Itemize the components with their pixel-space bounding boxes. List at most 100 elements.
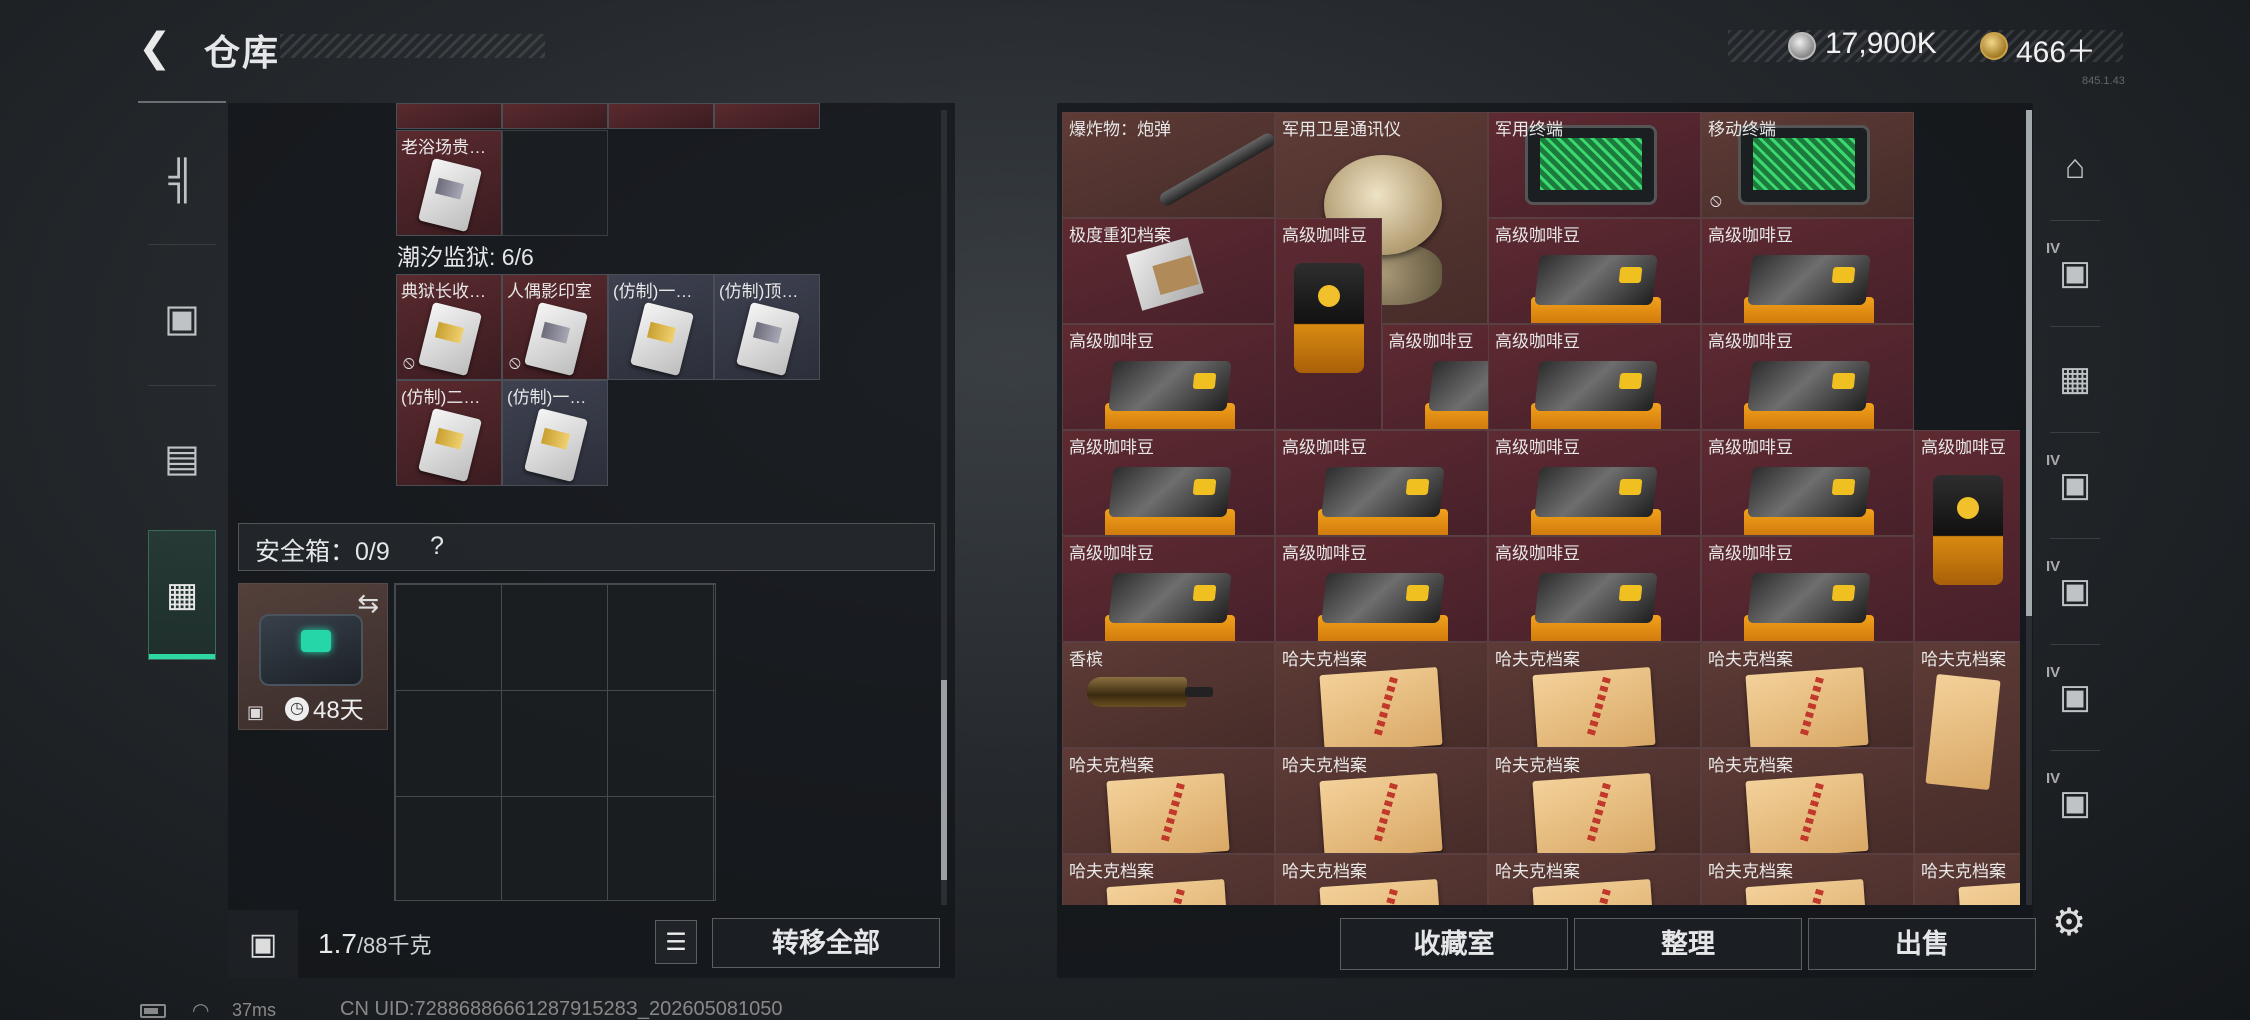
help-icon[interactable]: ? [430, 532, 444, 561]
stash-item[interactable]: 高级咖啡豆 [1488, 536, 1701, 642]
keycard-item[interactable]: (仿制)顶… [714, 274, 820, 380]
stash-item[interactable]: 哈夫克档案 [1275, 854, 1488, 905]
nav-divider [148, 385, 216, 386]
stash-category-tab[interactable]: ▣ IV [2040, 228, 2110, 318]
keycard-item[interactable]: 老浴场贵… [396, 130, 502, 236]
shelter-icon: ⌂ [2064, 147, 2086, 186]
nav-safebox-tab[interactable]: ▦ [148, 530, 216, 660]
back-icon[interactable]: ❮ [138, 28, 184, 68]
stash-item[interactable]: 哈夫克档案 [1062, 854, 1275, 905]
collection-button[interactable]: 收藏室 [1340, 918, 1568, 970]
tier-label: IV [2046, 240, 2061, 257]
partial-cell[interactable] [714, 103, 820, 129]
stash-item[interactable]: 高级咖啡豆 [1701, 324, 1914, 430]
lock-button[interactable]: ▣ [228, 910, 298, 978]
folder-image [1532, 772, 1656, 853]
folder-image [1532, 666, 1656, 747]
nav-backpack-tab[interactable]: ▣ [138, 258, 226, 378]
stash-item[interactable]: 高级咖啡豆 [1275, 536, 1488, 642]
coin-gold-icon [1980, 32, 2008, 60]
nav-vest-tab[interactable]: ▤ [138, 398, 226, 518]
item-label: 爆炸物：炮弹 [1069, 120, 1171, 139]
item-label: 高级咖啡豆 [1708, 438, 1793, 457]
transfer-all-button[interactable]: 转移全部 [712, 918, 940, 968]
gear-icon[interactable]: ⚙ [2052, 900, 2086, 945]
pistol-icon: ╣ [168, 158, 196, 201]
stash-item[interactable]: 高级咖啡豆 [1488, 324, 1701, 430]
lock-icon: ▣ [248, 927, 278, 961]
stash-item[interactable]: 哈夫克档案 [1275, 642, 1488, 748]
sort-button[interactable]: 整理 [1574, 918, 1802, 970]
nav-weapon-tab[interactable]: ╣ [138, 120, 226, 240]
item-label: 典狱长收… [401, 282, 486, 301]
stash-category-tab[interactable]: ▣ IV [2040, 440, 2110, 530]
weight-value: 1.7 [318, 928, 357, 959]
stash-item[interactable]: 高级咖啡豆 [1701, 430, 1914, 536]
partial-cell[interactable] [502, 103, 608, 129]
stash-category-tab[interactable]: ▣ IV [2040, 758, 2110, 848]
item-label: 哈夫克档案 [1708, 862, 1793, 881]
partial-cell[interactable] [608, 103, 714, 129]
safebox-grid[interactable] [394, 583, 716, 901]
empty-slot[interactable] [502, 130, 608, 236]
stash-item[interactable]: 哈夫克档案 [1488, 642, 1701, 748]
currency-gold-value[interactable]: 466＋ [2016, 27, 2096, 71]
stash-item[interactable]: 高级咖啡豆 [1488, 218, 1701, 324]
coffee-bag-image [1531, 255, 1661, 323]
stash-grid[interactable]: 爆炸物：炮弹 军用卫星通讯仪 军用终端 移动终端 ⦸ 极度重犯档案 高级咖啡豆 高级咖啡豆 高级… [1062, 112, 2020, 905]
left-scrollbar[interactable] [941, 110, 947, 905]
stash-item[interactable]: 移动终端 ⦸ [1701, 112, 1914, 218]
folder-image [1106, 772, 1230, 853]
stash-item[interactable]: 高级咖啡豆 [1488, 430, 1701, 536]
stash-item[interactable]: 哈夫克档案 [1914, 642, 2020, 854]
stash-category-tab[interactable]: ▦ [2040, 334, 2110, 424]
stash-category-tab[interactable]: ▣ IV [2040, 546, 2110, 636]
stash-item[interactable]: 高级咖啡豆 [1062, 324, 1275, 430]
coffee-bag-image [1105, 467, 1235, 535]
stash-item[interactable]: 哈夫克档案 [1488, 854, 1701, 905]
keycard-item[interactable]: 典狱长收… ⦸ [396, 274, 502, 380]
ping-label: 37ms [232, 1000, 277, 1020]
swap-icon[interactable]: ⇆ [357, 588, 379, 619]
stash-item[interactable]: 高级咖啡豆 [1275, 430, 1488, 536]
nav-divider [2050, 538, 2100, 539]
stash-item[interactable]: 高级咖啡豆 [1914, 430, 2020, 642]
stash-item[interactable]: 哈夫克档案 [1062, 748, 1275, 854]
keycard-item[interactable]: (仿制)一… [608, 274, 714, 380]
section-title: 潮汐监狱: 6/6 [397, 244, 534, 270]
stash-item[interactable]: 高级咖啡豆 [1701, 218, 1914, 324]
keycard-item[interactable]: 人偶影印室 ⦸ [502, 274, 608, 380]
coffee-bag-image [1318, 573, 1448, 641]
stash-scrollbar[interactable] [2026, 110, 2032, 905]
stash-item[interactable]: 哈夫克档案 [1488, 748, 1701, 854]
stash-item[interactable]: 军用终端 [1488, 112, 1701, 218]
coffee-bag-image [1531, 467, 1661, 535]
stash-category-tab[interactable]: ⌂ [2040, 122, 2110, 212]
stash-item[interactable]: 高级咖啡豆 [1701, 536, 1914, 642]
unsellable-icon: ⦸ [403, 352, 415, 372]
stash-item[interactable]: 高级咖啡豆 [1062, 430, 1275, 536]
stash-item[interactable]: 高级咖啡豆 [1275, 218, 1382, 430]
keycard-item[interactable]: (仿制)二… [396, 380, 502, 486]
unsellable-icon: ⦸ [509, 352, 521, 372]
stash-item[interactable]: 哈夫克档案 [1914, 854, 2020, 905]
keycard-image [418, 157, 482, 233]
currency-silver-value[interactable]: 17,900K [1825, 27, 1937, 61]
stash-item[interactable]: 高级咖啡豆 [1062, 536, 1275, 642]
item-label: (仿制)一… [613, 282, 693, 301]
stash-item[interactable]: 哈夫克档案 [1701, 748, 1914, 854]
stash-category-tab[interactable]: ▣ IV [2040, 652, 2110, 742]
stash-item[interactable]: 哈夫克档案 [1701, 642, 1914, 748]
list-view-button[interactable]: ☰ [655, 920, 697, 964]
partial-cell[interactable] [396, 103, 502, 129]
stash-item[interactable]: 极度重犯档案 [1062, 218, 1275, 324]
stash-item[interactable]: 哈夫克档案 [1701, 854, 1914, 905]
item-label: 香槟 [1069, 650, 1103, 669]
folder-image [1319, 666, 1443, 747]
stash-item[interactable]: 香槟 [1062, 642, 1275, 748]
sell-button[interactable]: 出售 [1808, 918, 2036, 970]
stash-item[interactable]: 哈夫克档案 [1275, 748, 1488, 854]
stash-item[interactable]: 爆炸物：炮弹 [1062, 112, 1275, 218]
keycard-item[interactable]: (仿制)一… [502, 380, 608, 486]
safebox-item[interactable]: ⇆ ▣ ◷ 48天 [238, 583, 388, 730]
